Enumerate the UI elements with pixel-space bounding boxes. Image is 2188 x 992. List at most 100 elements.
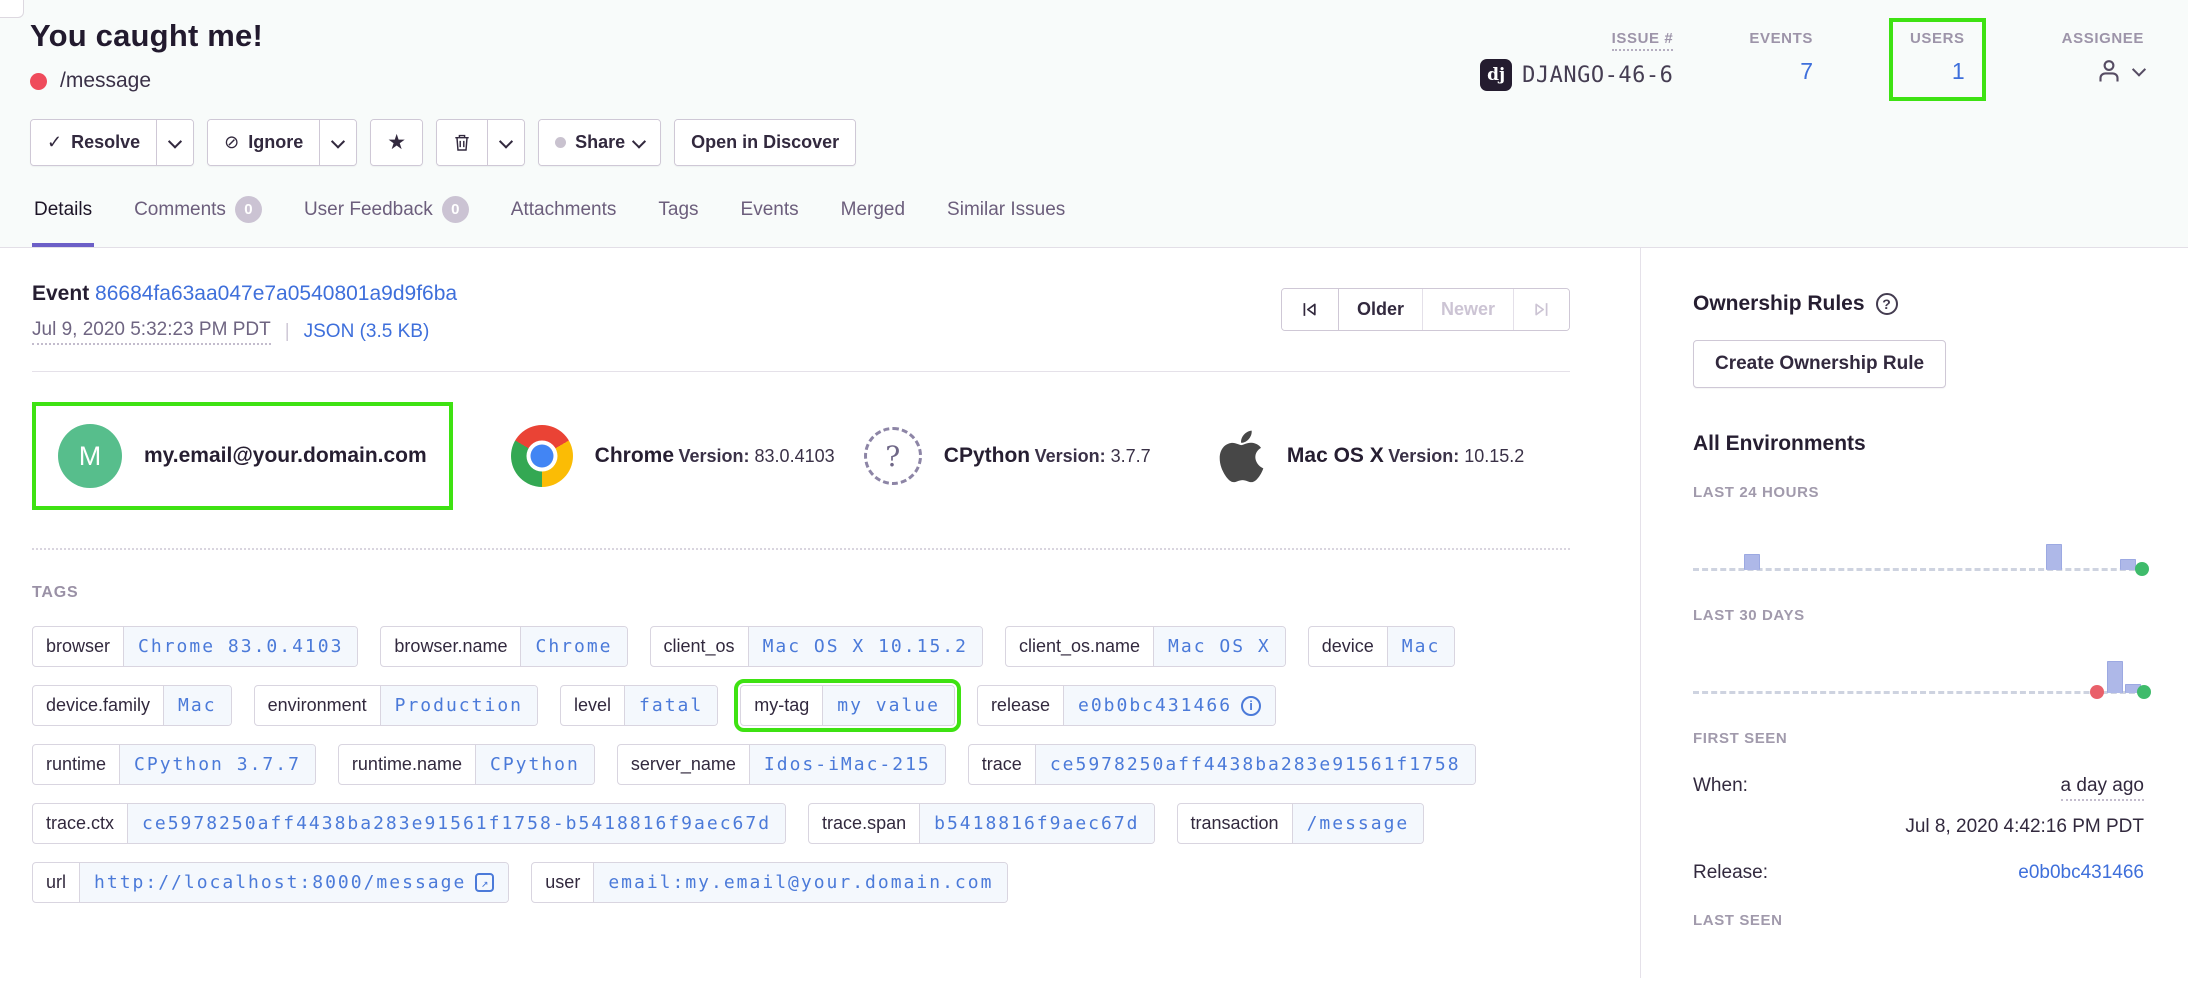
- chevron-down-icon: [168, 134, 182, 148]
- tag-pill[interactable]: runtime CPython 3.7.7: [32, 744, 316, 785]
- tag-value-link[interactable]: Chrome: [520, 627, 626, 666]
- tag-pill[interactable]: user email:my.email@your.domain.com: [531, 862, 1008, 903]
- tag-value-text: b5418816f9aec67d: [934, 813, 1139, 834]
- tag-pill[interactable]: browser Chrome 83.0.4103: [32, 626, 358, 667]
- tag-value-link[interactable]: ce5978250aff4438ba283e91561f1758: [1035, 745, 1475, 784]
- tag-value-link[interactable]: fatal: [624, 686, 717, 725]
- first-seen-relative-time[interactable]: a day ago: [2061, 775, 2144, 801]
- tag-pill[interactable]: device.family Mac: [32, 685, 232, 726]
- tag-pill[interactable]: transaction /message: [1177, 803, 1425, 844]
- tag-pill[interactable]: level fatal: [560, 685, 718, 726]
- tag-value-link[interactable]: e0b0bc431466 i: [1063, 686, 1275, 725]
- tab[interactable]: Attachments: [509, 196, 619, 247]
- tag-pill[interactable]: client_os Mac OS X 10.15.2: [650, 626, 983, 667]
- help-question-icon[interactable]: ?: [1876, 293, 1898, 315]
- bookmark-button[interactable]: ★: [371, 120, 422, 165]
- assignee-dropdown[interactable]: [2062, 56, 2144, 86]
- all-environments-title: All Environments: [1693, 432, 2144, 456]
- events-count[interactable]: 7: [1749, 58, 1813, 85]
- open-in-discover-button[interactable]: Open in Discover: [675, 120, 855, 165]
- tag-pill[interactable]: client_os.name Mac OS X: [1005, 626, 1286, 667]
- context-card: ? Mac OS X Version: 10.15.2: [1217, 427, 1570, 485]
- tag-value-link[interactable]: Mac OS X: [1153, 627, 1285, 666]
- chart-marker-dot-green: [2137, 685, 2151, 699]
- event-datetime[interactable]: Jul 9, 2020 5:32:23 PM PDT: [32, 319, 271, 345]
- tab[interactable]: Events: [739, 196, 801, 247]
- last-30-days-label: LAST 30 DAYS: [1693, 607, 2144, 624]
- context-card-title: Mac OS X: [1287, 444, 1384, 467]
- first-seen-release-link[interactable]: e0b0bc431466: [2018, 862, 2144, 884]
- context-card: ? Chrome Version: 83.0.4103: [511, 425, 864, 487]
- tab[interactable]: Similar Issues: [945, 196, 1067, 247]
- version-label: Version:: [1388, 446, 1459, 466]
- tag-value-link[interactable]: email:my.email@your.domain.com: [593, 863, 1007, 902]
- tag-value-link[interactable]: CPython: [475, 745, 594, 784]
- tab[interactable]: Tags: [656, 196, 700, 247]
- tag-value-link[interactable]: Production: [380, 686, 537, 725]
- tag-pill[interactable]: trace.span b5418816f9aec67d: [808, 803, 1154, 844]
- issue-header: You caught me! /message ISSUE # dj DJANG…: [0, 0, 2188, 248]
- older-event-button[interactable]: Older: [1338, 289, 1422, 330]
- json-download-link[interactable]: JSON (3.5 KB): [304, 321, 430, 343]
- tag-pill[interactable]: my-tag my value: [740, 685, 955, 726]
- chart-baseline: [1693, 568, 2144, 571]
- share-button[interactable]: Share: [539, 120, 660, 165]
- resolve-dropdown-button[interactable]: [156, 120, 193, 165]
- tag-key: trace: [969, 745, 1035, 784]
- tag-pill[interactable]: runtime.name CPython: [338, 744, 595, 785]
- last-30-days-chart[interactable]: [1693, 630, 2144, 702]
- external-link-icon[interactable]: ↗: [475, 873, 494, 892]
- ignore-button[interactable]: ⊘ Ignore: [208, 120, 319, 165]
- tag-pill[interactable]: server_name Idos-iMac-215: [617, 744, 946, 785]
- tag-value-link[interactable]: Mac OS X 10.15.2: [748, 627, 982, 666]
- tag-pill[interactable]: url http://localhost:8000/message ↗: [32, 862, 509, 903]
- users-count[interactable]: 1: [1910, 58, 1965, 85]
- tag-value-text: Idos-iMac-215: [764, 754, 931, 775]
- event-label: Event: [32, 282, 89, 305]
- tag-pill[interactable]: trace.ctx ce5978250aff4438ba283e91561f17…: [32, 803, 786, 844]
- tag-value-link[interactable]: Mac: [163, 686, 231, 725]
- tab-label: User Feedback: [304, 199, 433, 221]
- tag-value-link[interactable]: Mac: [1387, 627, 1455, 666]
- tag-value-link[interactable]: ce5978250aff4438ba283e91561f1758-b541881…: [127, 804, 785, 843]
- release-info-icon[interactable]: i: [1241, 696, 1261, 716]
- newer-event-button[interactable]: Newer: [1422, 289, 1513, 330]
- issue-number-label[interactable]: ISSUE #: [1612, 30, 1674, 51]
- tag-value-text: CPython: [490, 754, 580, 775]
- event-id-link[interactable]: 86684fa63aa047e7a0540801a9d9f6ba: [95, 282, 457, 305]
- tag-pill[interactable]: browser.name Chrome: [380, 626, 627, 667]
- last-seen-label: LAST SEEN: [1693, 912, 2144, 929]
- tab[interactable]: Merged: [839, 196, 907, 247]
- tag-pill[interactable]: device Mac: [1308, 626, 1456, 667]
- tag-value-link[interactable]: /message: [1292, 804, 1424, 843]
- apple-logo-icon: [1217, 427, 1265, 485]
- latest-event-button[interactable]: [1513, 289, 1569, 330]
- tag-value-text: my value: [837, 695, 940, 716]
- tag-value-link[interactable]: my value: [822, 686, 954, 725]
- delete-button[interactable]: [437, 120, 487, 165]
- tag-pill[interactable]: trace ce5978250aff4438ba283e91561f1758: [968, 744, 1476, 785]
- tag-value-text: http://localhost:8000/message: [94, 872, 466, 893]
- resolve-button[interactable]: ✓ Resolve: [31, 120, 156, 165]
- last-24-hours-chart[interactable]: [1693, 507, 2144, 579]
- stat-events: EVENTS 7: [1749, 18, 1813, 85]
- stat-users-highlighted: USERS 1: [1889, 18, 1986, 101]
- tag-value-link[interactable]: Chrome 83.0.4103: [123, 627, 357, 666]
- tab[interactable]: User Feedback 0: [302, 196, 471, 247]
- events-label: EVENTS: [1749, 30, 1813, 47]
- tab[interactable]: Comments 0: [132, 196, 264, 247]
- issue-tabs: Details Comments 0 User Feedback 0 Attac…: [30, 196, 2158, 247]
- tag-pill[interactable]: release e0b0bc431466 i: [977, 685, 1276, 726]
- oldest-event-button[interactable]: [1282, 289, 1338, 330]
- delete-dropdown-button[interactable]: [487, 120, 524, 165]
- tag-value-link[interactable]: Idos-iMac-215: [749, 745, 945, 784]
- tab[interactable]: Details: [32, 196, 94, 247]
- create-ownership-rule-button[interactable]: Create Ownership Rule: [1693, 340, 1946, 388]
- tag-value-link[interactable]: CPython 3.7.7: [119, 745, 315, 784]
- tab-badge: 0: [442, 196, 469, 223]
- tag-pill[interactable]: environment Production: [254, 685, 538, 726]
- tag-value-link[interactable]: http://localhost:8000/message ↗: [79, 863, 508, 902]
- ignore-dropdown-button[interactable]: [319, 120, 356, 165]
- chevron-down-icon: [632, 134, 646, 148]
- tag-value-link[interactable]: b5418816f9aec67d: [919, 804, 1153, 843]
